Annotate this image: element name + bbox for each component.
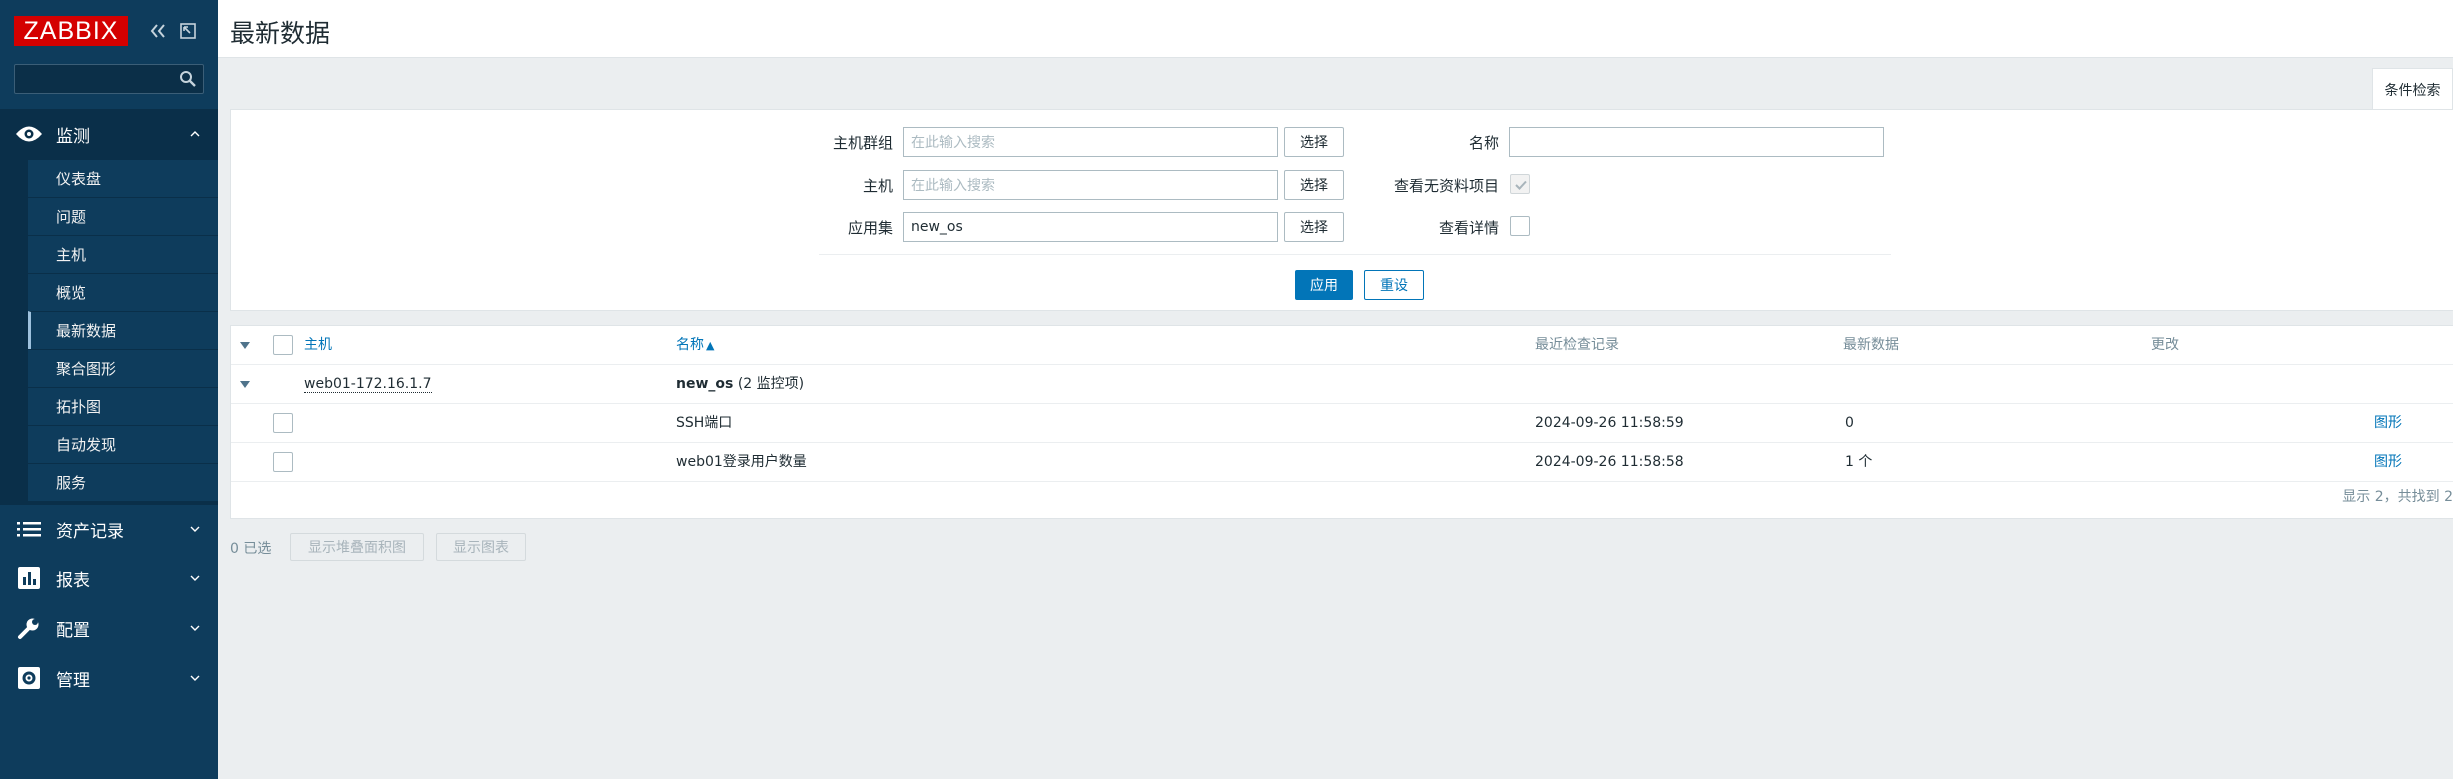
table-footer-count: 显示 2，共找到 2	[2342, 489, 2453, 505]
item-name: web01登录用户数量	[676, 454, 807, 470]
menu-inventory[interactable]: 资产记录	[0, 504, 218, 554]
host-select-button[interactable]: 选择	[1284, 170, 1344, 200]
host-group-select-button[interactable]: 选择	[1284, 127, 1344, 157]
column-change: 更改	[2151, 337, 2179, 353]
filter-tab[interactable]: 条件检索	[2372, 68, 2453, 110]
host-group-input[interactable]: 在此输入搜索	[903, 127, 1278, 157]
application-label: 应用集	[847, 219, 893, 237]
sidebar-item-latest-data[interactable]: 最新数据	[28, 311, 218, 349]
list-icon	[14, 516, 44, 542]
monitoring-submenu: 仪表盘 问题 主机 概览 最新数据 聚合图形 拓扑图 自动发现 服务	[0, 159, 218, 505]
menu-monitoring[interactable]: 监测	[0, 109, 218, 159]
column-host[interactable]: 主机	[304, 326, 332, 364]
show-graph-button[interactable]: 显示图表	[436, 533, 526, 561]
host-group-label: 主机群组	[832, 134, 893, 152]
menu-label: 报表	[56, 570, 90, 591]
menu-configuration[interactable]: 配置	[0, 603, 218, 653]
gear-icon	[14, 665, 44, 691]
chevron-down-icon	[190, 625, 200, 631]
sidebar-item-discovery[interactable]: 自动发现	[28, 425, 218, 463]
select-all-checkbox[interactable]	[273, 335, 293, 355]
latest-data-table: 主机 名称 ▲ 最近检查记录 最新数据 更改 web01-172.16.1.7 n…	[230, 325, 2453, 519]
menu-label: 监测	[56, 126, 90, 147]
page-title: 最新数据	[230, 19, 331, 48]
collapse-group-icon[interactable]	[240, 381, 250, 388]
sidebar-item-overview[interactable]: 概览	[28, 273, 218, 311]
item-graph-link: 图形	[2374, 404, 2402, 442]
filter-divider	[819, 254, 1891, 255]
sidebar-item-maps[interactable]: 拓扑图	[28, 387, 218, 425]
chevron-up-icon	[190, 131, 200, 137]
wrench-icon	[14, 615, 44, 641]
menu-administration[interactable]: 管理	[0, 653, 218, 703]
check-icon	[1515, 180, 1527, 190]
menu-label: 配置	[56, 620, 90, 641]
sidebar-item-screens[interactable]: 聚合图形	[28, 349, 218, 387]
item-last-value: 0	[1845, 415, 1854, 431]
row-checkbox[interactable]	[273, 452, 293, 472]
show-without-data-checkbox[interactable]	[1510, 174, 1530, 194]
sidebar-search-input[interactable]	[14, 64, 204, 94]
sidebar-item-services[interactable]: 服务	[28, 463, 218, 501]
collapse-sidebar-icon[interactable]	[148, 21, 168, 41]
column-last-value: 最新数据	[1843, 337, 1899, 353]
sidebar-item-problems[interactable]: 问题	[28, 197, 218, 235]
search-icon[interactable]	[179, 70, 197, 88]
apply-button[interactable]: 应用	[1295, 270, 1353, 300]
item-graph-link: 图形	[2374, 443, 2402, 481]
column-name[interactable]: 名称 ▲	[676, 326, 714, 364]
menu-label: 资产记录	[56, 521, 124, 542]
show-details-label: 查看详情	[1438, 219, 1499, 237]
stacked-graph-button[interactable]: 显示堆叠面积图	[290, 533, 424, 561]
application-input[interactable]: new_os	[903, 212, 1278, 242]
item-name: SSH端口	[676, 415, 733, 431]
menu-label: 管理	[56, 670, 90, 691]
application-select-button[interactable]: 选择	[1284, 212, 1344, 242]
column-name-label: 名称	[676, 337, 704, 353]
kiosk-mode-icon[interactable]	[178, 21, 198, 41]
host-input[interactable]: 在此输入搜索	[903, 170, 1278, 200]
column-last-check: 最近检查记录	[1535, 337, 1619, 353]
group-row: web01-172.16.1.7 new_os (2 监控项)	[231, 365, 2453, 404]
name-input[interactable]	[1509, 127, 1884, 157]
filter-panel: 主机群组 在此输入搜索 选择 主机 在此输入搜索 选择 应用集 new_os 选…	[230, 109, 2453, 311]
show-without-data-label: 查看无资料项目	[1393, 177, 1499, 195]
reset-button[interactable]: 重设	[1364, 270, 1424, 300]
collapse-all-icon[interactable]	[240, 342, 250, 349]
chevron-down-icon	[190, 675, 200, 681]
sidebar-item-hosts[interactable]: 主机	[28, 235, 218, 273]
graph-link[interactable]: 图形	[2374, 454, 2402, 470]
bar-chart-icon	[14, 565, 44, 591]
chevron-down-icon	[190, 575, 200, 581]
table-row: web01登录用户数量 2024-09-26 11:58:58 1 个 图形	[231, 443, 2453, 482]
menu-reports[interactable]: 报表	[0, 553, 218, 603]
sort-asc-icon: ▲	[706, 339, 715, 352]
item-last-value: 1 个	[1845, 454, 1873, 470]
eye-icon	[14, 121, 44, 147]
name-label: 名称	[1468, 134, 1499, 152]
table-header-row: 主机 名称 ▲ 最近检查记录 最新数据 更改	[231, 326, 2453, 365]
row-checkbox[interactable]	[273, 413, 293, 433]
show-details-checkbox[interactable]	[1510, 216, 1530, 236]
page-header: 最新数据	[218, 0, 2453, 58]
chevron-down-icon	[190, 526, 200, 532]
host-link[interactable]: web01-172.16.1.7	[304, 376, 432, 393]
zabbix-logo[interactable]: ZABBIX	[14, 16, 128, 46]
group-app-name: new_os	[676, 376, 734, 392]
sidebar: ZABBIX 监测 仪表盘 问题 主机 概览 最新数据 聚合图形 拓扑图 自动发…	[0, 0, 218, 779]
group-item-count: (2 监控项)	[737, 376, 805, 392]
group-app-cell: new_os (2 监控项)	[676, 365, 804, 403]
host-label: 主机	[862, 177, 893, 195]
table-row: SSH端口 2024-09-26 11:58:59 0 图形	[231, 404, 2453, 443]
graph-link[interactable]: 图形	[2374, 415, 2402, 431]
item-last-check: 2024-09-26 11:58:58	[1535, 454, 1684, 470]
item-last-check: 2024-09-26 11:58:59	[1535, 415, 1684, 431]
group-host-cell: web01-172.16.1.7	[304, 365, 432, 403]
sidebar-item-dashboard[interactable]: 仪表盘	[28, 159, 218, 197]
selected-count: 0 已选	[230, 541, 272, 557]
